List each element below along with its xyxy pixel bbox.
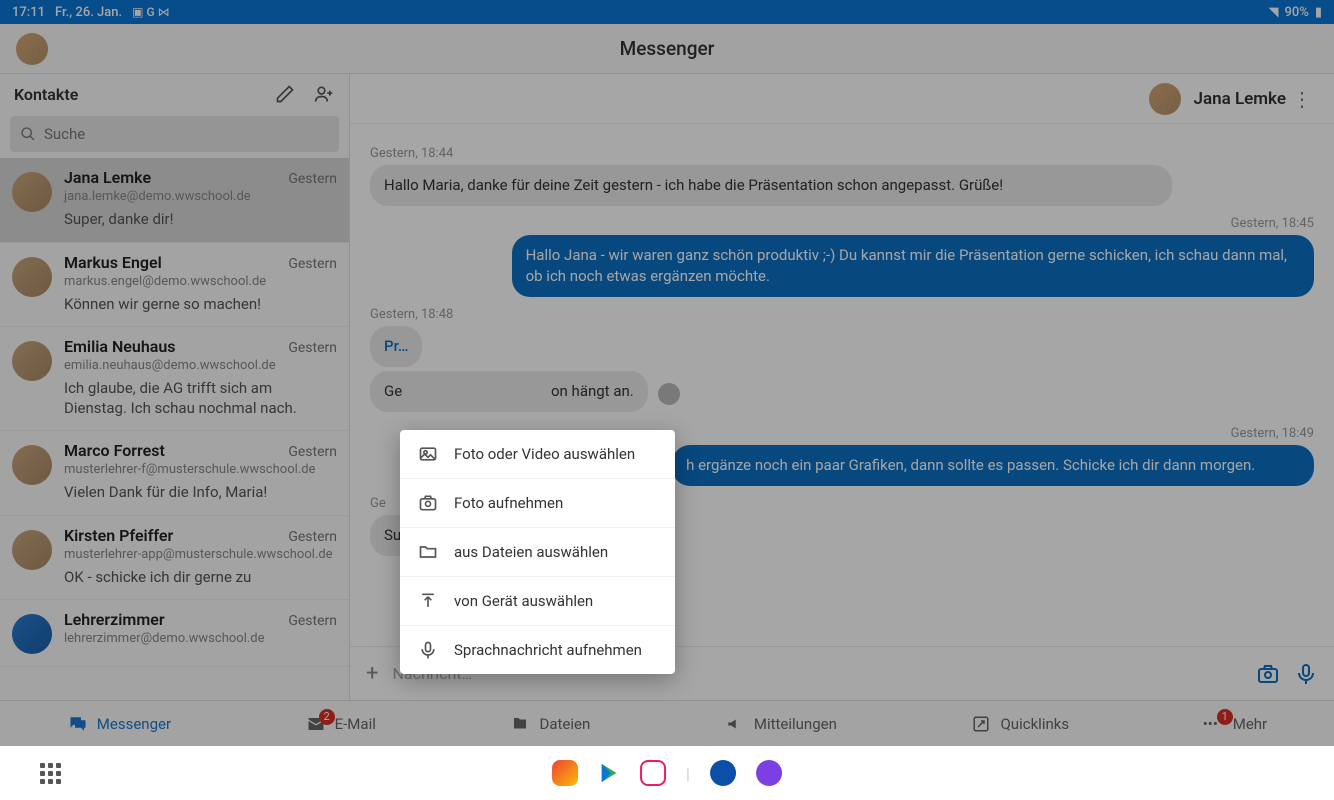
contact-list: Jana LemkeGestern jana.lemke@demo.wwscho… bbox=[0, 158, 349, 700]
message-file-attachment[interactable]: Pr… bbox=[370, 326, 422, 367]
contact-item[interactable]: Jana LemkeGestern jana.lemke@demo.wwscho… bbox=[0, 158, 349, 243]
contacts-sidebar: Kontakte Suche Jana LemkeGestern jana.le… bbox=[0, 74, 350, 700]
battery-icon: ▮ bbox=[1315, 5, 1322, 20]
files-icon bbox=[509, 715, 531, 733]
apps-icon[interactable] bbox=[40, 763, 61, 784]
popup-voice-message[interactable]: Sprachnachricht aufnehmen bbox=[400, 626, 675, 674]
message-outgoing: h ergänze noch ein paar Grafiken, dann s… bbox=[672, 445, 1314, 486]
popup-photo-video[interactable]: Foto oder Video auswählen bbox=[400, 430, 675, 479]
microphone-icon bbox=[418, 640, 438, 660]
app-header: Messenger bbox=[0, 24, 1334, 74]
message-incoming: Ge on hängt an. bbox=[370, 371, 648, 412]
nav-quicklinks[interactable]: Quicklinks bbox=[970, 715, 1069, 733]
app-icon[interactable] bbox=[756, 760, 782, 786]
contact-item[interactable]: Marco ForrestGestern musterlehrer-f@must… bbox=[0, 431, 349, 516]
nav-mitteilungen[interactable]: Mitteilungen bbox=[724, 715, 837, 733]
image-icon bbox=[418, 444, 438, 464]
message-timestamp: Gestern, 18:44 bbox=[370, 146, 1314, 161]
message-incoming: Hallo Maria, danke für deine Zeit gester… bbox=[370, 165, 1172, 206]
app-icon[interactable] bbox=[640, 760, 666, 786]
android-nav-bar: | bbox=[0, 746, 1334, 800]
announcements-icon bbox=[724, 715, 746, 733]
email-icon: 2 bbox=[305, 715, 327, 733]
message-timestamp: Gestern, 18:45 bbox=[370, 216, 1314, 231]
upload-icon bbox=[418, 591, 438, 611]
attach-button[interactable]: + bbox=[366, 661, 378, 686]
camera-icon bbox=[418, 493, 438, 513]
avatar bbox=[12, 530, 52, 570]
folder-icon bbox=[418, 542, 438, 562]
search-placeholder: Suche bbox=[44, 125, 85, 143]
contact-item[interactable]: LehrerzimmerGestern lehrerzimmer@demo.ww… bbox=[0, 600, 349, 667]
message-status-icon bbox=[658, 383, 680, 405]
popup-from-files[interactable]: aus Dateien auswählen bbox=[400, 528, 675, 577]
add-contact-icon[interactable] bbox=[313, 84, 335, 104]
contact-item[interactable]: Emilia NeuhausGestern emilia.neuhaus@dem… bbox=[0, 327, 349, 431]
chat-partner-avatar[interactable] bbox=[1149, 83, 1181, 115]
play-icon[interactable] bbox=[598, 761, 620, 785]
more-icon[interactable]: ⋮ bbox=[1286, 87, 1318, 111]
nav-messenger[interactable]: Messenger bbox=[67, 715, 171, 733]
microphone-icon[interactable] bbox=[1294, 662, 1318, 686]
avatar bbox=[12, 445, 52, 485]
wifi-icon: ◥ bbox=[1268, 5, 1278, 20]
camera-icon[interactable] bbox=[1256, 662, 1280, 686]
sidebar-title: Kontakte bbox=[14, 85, 78, 104]
messenger-icon bbox=[67, 715, 89, 733]
popup-take-photo[interactable]: Foto aufnehmen bbox=[400, 479, 675, 528]
settings-icon[interactable] bbox=[710, 760, 736, 786]
status-date: Fr., 26. Jan. bbox=[55, 5, 122, 20]
battery-text: 90% bbox=[1284, 5, 1308, 20]
quicklinks-icon bbox=[970, 715, 992, 733]
message-timestamp: Gestern, 18:48 bbox=[370, 307, 1314, 322]
avatar bbox=[12, 172, 52, 212]
user-avatar[interactable] bbox=[16, 33, 48, 65]
nav-email[interactable]: 2 E-Mail bbox=[305, 715, 376, 733]
attachment-menu: Foto oder Video auswählen Foto aufnehmen… bbox=[400, 430, 675, 674]
avatar bbox=[12, 614, 52, 654]
gmail-icon[interactable] bbox=[552, 760, 578, 786]
nav-dateien[interactable]: Dateien bbox=[509, 715, 590, 733]
status-time: 17:11 bbox=[12, 5, 45, 20]
avatar bbox=[12, 257, 52, 297]
chat-partner-name: Jana Lemke bbox=[1193, 89, 1286, 109]
contact-item[interactable]: Kirsten PfeifferGestern musterlehrer-app… bbox=[0, 516, 349, 601]
message-outgoing: Hallo Jana - wir waren ganz schön produk… bbox=[512, 235, 1314, 297]
app-title: Messenger bbox=[620, 37, 715, 60]
bottom-nav: Messenger 2 E-Mail Dateien Mitteilungen … bbox=[0, 700, 1334, 746]
edit-icon[interactable] bbox=[275, 84, 295, 104]
avatar bbox=[12, 341, 52, 381]
popup-from-device[interactable]: von Gerät auswählen bbox=[400, 577, 675, 626]
chat-header: Jana Lemke ⋮ bbox=[350, 74, 1334, 124]
more-icon: •••1 bbox=[1203, 715, 1225, 733]
status-app-icons: ▣ G ⋈ bbox=[132, 5, 169, 19]
android-status-bar: 17:11 Fr., 26. Jan. ▣ G ⋈ ◥ 90% ▮ bbox=[0, 0, 1334, 24]
nav-mehr[interactable]: •••1 Mehr bbox=[1203, 715, 1267, 733]
search-icon bbox=[20, 126, 36, 142]
contact-item[interactable]: Markus EngelGestern markus.engel@demo.ww… bbox=[0, 243, 349, 328]
search-input[interactable]: Suche bbox=[10, 116, 339, 152]
